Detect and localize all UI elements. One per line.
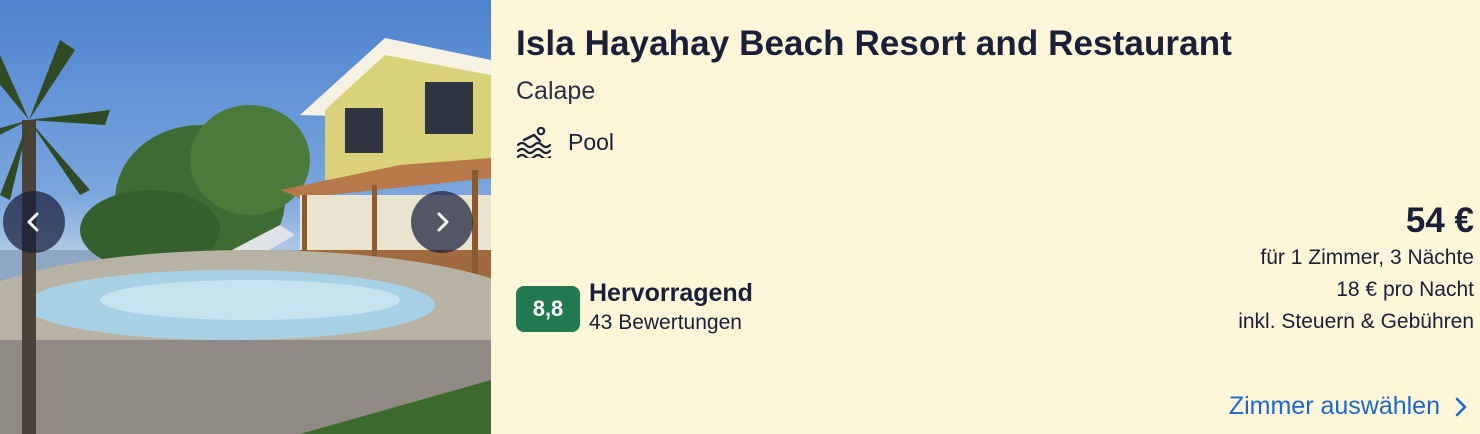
price-per-night: 18 € pro Nacht	[1336, 278, 1474, 301]
review-count: 43 Bewertungen	[589, 311, 742, 334]
hotel-card[interactable]: Isla Hayahay Beach Resort and Restaurant…	[0, 0, 1480, 434]
select-room-link[interactable]: Zimmer auswählen	[1229, 392, 1468, 421]
price-detail: für 1 Zimmer, 3 Nächte	[1260, 246, 1474, 269]
price-block: 54 € für 1 Zimmer, 3 Nächte 18 € pro Nac…	[1238, 200, 1474, 338]
chevron-left-icon	[27, 212, 39, 232]
guest-rating: 8,8 Hervorragend 43 Bewertungen	[516, 279, 753, 339]
hotel-name[interactable]: Isla Hayahay Beach Resort and Restaurant	[516, 24, 1232, 64]
gallery-next-button[interactable]	[411, 191, 473, 253]
amenity-label: Pool	[568, 128, 615, 155]
price-taxes-note: inkl. Steuern & Gebühren	[1238, 310, 1474, 333]
total-price: 54 €	[1405, 201, 1474, 240]
chevron-right-icon	[437, 212, 449, 232]
amenity-pool: Pool	[516, 126, 614, 158]
rating-score-badge: 8,8	[516, 286, 580, 332]
rating-label: Hervorragend	[589, 279, 753, 307]
pool-icon	[516, 126, 552, 158]
select-room-label: Zimmer auswählen	[1228, 392, 1440, 420]
hotel-photo[interactable]	[0, 0, 491, 434]
gallery-prev-button[interactable]	[3, 191, 65, 253]
chevron-right-icon	[1455, 397, 1467, 416]
hotel-location: Calape	[516, 77, 596, 105]
